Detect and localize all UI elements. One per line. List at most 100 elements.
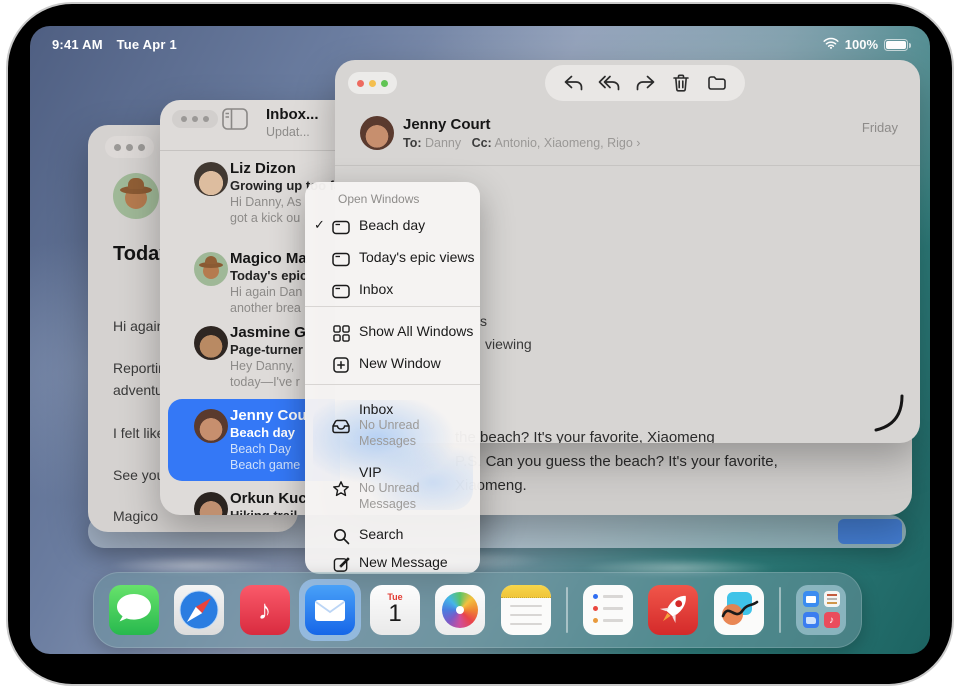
divider (305, 384, 480, 385)
message-text: Magico (113, 508, 158, 524)
avatar-cowboy-memoji (113, 173, 159, 219)
dock-app-library[interactable]: ♪ (796, 585, 846, 635)
window-controls-pill[interactable] (105, 136, 154, 158)
menu-item-show-all-windows[interactable]: Show All Windows (305, 322, 480, 344)
cc-label: Cc: (472, 136, 492, 150)
sender-name: Orkun Kuc (230, 490, 307, 507)
menu-item-inbox-mailbox[interactable]: Inbox No Unread Messages (305, 400, 480, 452)
menu-subtitle: Messages (359, 434, 416, 448)
menu-item-beach-day[interactable]: ✓ Beach day (305, 216, 480, 238)
subject: Hiking trail (230, 508, 297, 515)
divider (335, 165, 920, 166)
message-text: I felt like (113, 425, 164, 441)
window-icon (331, 218, 351, 236)
window-icon (331, 250, 351, 268)
zoom-dot[interactable] (381, 80, 388, 87)
dock-divider (566, 587, 568, 633)
window-dot (203, 116, 209, 122)
body-fragment: viewing (485, 336, 532, 352)
reply-all-icon[interactable] (596, 70, 622, 96)
preview-line: another brea (230, 301, 301, 315)
dock-divider (779, 587, 781, 633)
sender-name: Liz Dizon (230, 160, 296, 177)
dock-app-photos[interactable] (435, 585, 485, 635)
battery-percent: 100% (845, 37, 878, 52)
window-controls-pill[interactable] (348, 72, 397, 94)
background-selection-patch (838, 519, 902, 544)
dock-app-safari[interactable] (174, 585, 224, 635)
dock-app-music[interactable]: ♪ (240, 585, 290, 635)
message-text: See you (113, 467, 164, 483)
dock-app-reminders[interactable] (583, 585, 633, 635)
window-dot (114, 144, 121, 151)
screen: 9:41 AM Tue Apr 1 100% Today H (30, 26, 930, 654)
dock-app-freeform[interactable] (714, 585, 764, 635)
preview-line: Hi again Dan (230, 285, 302, 299)
divider (305, 306, 480, 307)
preview-line: today—I've r (230, 375, 300, 389)
menu-item-search[interactable]: Search (305, 525, 480, 547)
folder-icon[interactable] (704, 70, 730, 96)
avatar (194, 162, 228, 196)
compose-icon (331, 555, 351, 573)
dock-app-messages[interactable] (109, 585, 159, 635)
message-date: Friday (862, 120, 898, 135)
window-dot (126, 144, 133, 151)
sidebar-toggle-icon[interactable] (222, 108, 248, 135)
body-clipped-line: the beach? It's your favorite, Xiaomeng (455, 429, 715, 443)
cc-value: Antonio, Xiaomeng, Rigo › (495, 136, 641, 150)
avatar (194, 409, 228, 443)
dock-app-mail-wrap[interactable] (305, 585, 355, 635)
dock-app-notes[interactable] (501, 585, 551, 635)
avatar (360, 116, 394, 150)
app-library-mini-list (824, 591, 840, 607)
clock-date: Tue Apr 1 (117, 37, 177, 52)
notes-header (501, 585, 551, 598)
avatar (194, 492, 228, 515)
preview-line: got a kick ou (230, 211, 300, 225)
menu-item-new-window[interactable]: New Window (305, 354, 480, 376)
avatar-cowboy-memoji-small (194, 252, 228, 286)
recipients-line[interactable]: To: Danny Cc: Antonio, Xiaomeng, Rigo › (403, 136, 640, 150)
preview-line: Beach game (230, 458, 300, 472)
dock-app-rocket[interactable] (648, 585, 698, 635)
open-windows-menu: Open Windows ✓ Beach day Today's epic vi… (305, 182, 480, 574)
resize-handle[interactable] (874, 394, 906, 439)
reply-icon[interactable] (560, 70, 586, 96)
menu-item-inbox-window[interactable]: Inbox (305, 280, 480, 302)
mailbox-subtitle: Updat... (266, 125, 310, 139)
dock-app-mail[interactable] (305, 585, 355, 635)
sender-name: Magico Ma (230, 250, 307, 267)
sender-name: Jasmine G (230, 324, 306, 341)
message-text: Hi again (113, 318, 164, 334)
dock: ♪ Tue 1 (93, 572, 862, 648)
menu-item-vip[interactable]: VIP No Unread Messages (305, 463, 480, 515)
music-note-glyph: ♪ (258, 595, 272, 626)
mailbox-tray-icon (331, 417, 351, 435)
wifi-icon (823, 37, 839, 52)
window-controls-pill[interactable] (172, 110, 218, 128)
preview-line: Hey Danny, (230, 359, 294, 373)
window-dot (192, 116, 198, 122)
dock-app-calendar[interactable]: Tue 1 (370, 585, 420, 635)
to-label: To: (403, 136, 422, 150)
checkmark-icon: ✓ (314, 217, 325, 233)
app-library-mini-mail (803, 591, 819, 607)
minimize-dot[interactable] (369, 80, 376, 87)
avatar (194, 326, 228, 360)
menu-subtitle: No Unread (359, 418, 419, 432)
sender-name: Jenny Court (403, 116, 491, 133)
forward-icon[interactable] (632, 70, 658, 96)
subject: Today's epic (230, 268, 307, 283)
photos-flower-icon (442, 592, 478, 628)
close-dot[interactable] (357, 80, 364, 87)
ipad-device: 9:41 AM Tue Apr 1 100% Today H (8, 4, 952, 684)
battery-icon (884, 39, 908, 51)
trash-icon[interactable] (668, 70, 694, 96)
window-dot (181, 116, 187, 122)
preview-line: Beach Day (230, 442, 291, 456)
menu-subtitle: Messages (359, 497, 416, 511)
body-fragment: s (480, 313, 487, 329)
mail-toolbar (545, 65, 745, 101)
menu-item-todays-epic-views[interactable]: Today's epic views (305, 248, 480, 270)
